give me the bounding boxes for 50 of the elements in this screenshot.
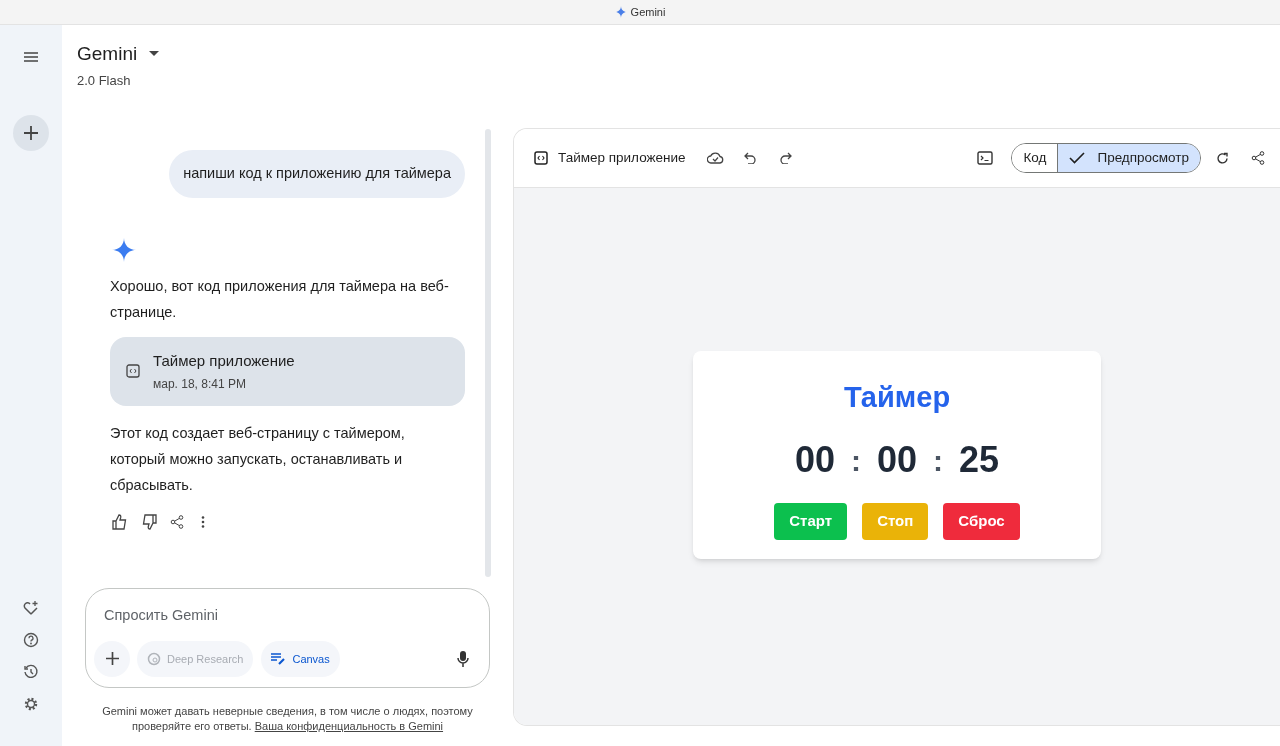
disclaimer-text: Gemini может давать неверные сведения, в том числе о людях, поэтому проверяйте его ответы. Ваша конфиденциальность в Gemini [101,704,474,734]
time-separator: : [850,442,861,479]
view-tab[interactable]: Предпросмотр [1057,144,1200,172]
settings-icon[interactable] [23,696,39,712]
add-button[interactable] [94,640,130,677]
sparkle-icon [614,6,627,18]
user-message: напиши код к приложению для таймера [169,150,465,198]
code-icon [126,364,140,379]
search-icon [147,651,161,666]
microphone-icon[interactable] [457,650,469,667]
time-digits: 00 [794,438,835,482]
terminal-icon[interactable] [977,151,994,165]
plus-icon [24,126,38,140]
reply-text: Этот код создает веб-страницу с таймером, который можно запускать, останавливать и сбрасывать. [110,423,406,495]
time-separator: : [933,442,943,479]
timer-heading: Таймер [843,379,951,415]
window-title: Gemini [630,4,666,20]
artifact-date: мар. 18, 8:41 PM [153,376,247,393]
undo-icon[interactable] [743,152,756,164]
timer-button[interactable]: Сброс [943,503,1020,540]
heart-sparkle-icon[interactable] [23,600,39,616]
thumbs-up-icon[interactable] [112,513,128,530]
share-icon[interactable] [1251,151,1265,165]
help-icon[interactable] [23,632,39,648]
scrollbar[interactable] [485,129,491,577]
menu-icon[interactable] [24,51,38,63]
history-icon[interactable] [23,664,39,680]
cloud-check-icon[interactable] [706,152,724,164]
new-chat-button[interactable] [13,115,49,151]
time-digits: 00 [876,438,917,482]
dropdown-caret-icon[interactable] [149,51,160,58]
time-digits: 25 [959,438,1000,482]
refresh-icon[interactable] [1216,151,1229,165]
check-icon [1069,152,1086,164]
tool-chip[interactable]: Canvas [261,640,340,677]
redo-icon[interactable] [779,152,792,164]
artifact-card[interactable]: Таймер приложение мар. 18, 8:41 PM [110,336,465,406]
pen-lines-icon [271,652,287,665]
plus-icon [105,652,119,666]
app-title[interactable]: Gemini [77,40,138,69]
thumbs-down-icon[interactable] [141,513,157,530]
more-icon[interactable] [201,515,205,528]
prompt-input[interactable]: Спросить Gemini [104,605,481,627]
artifact-title: Таймер приложение [153,350,295,371]
canvas-title: Таймер приложение [558,148,686,167]
code-icon [534,151,548,165]
model-name: 2.0 Flash [77,71,132,90]
share-icon[interactable] [170,514,184,529]
reply-text: Хорошо, вот код приложения для таймера на веб-странице. [110,276,450,322]
privacy-link[interactable]: Ваша конфиденциальность в Gemini [254,720,444,732]
